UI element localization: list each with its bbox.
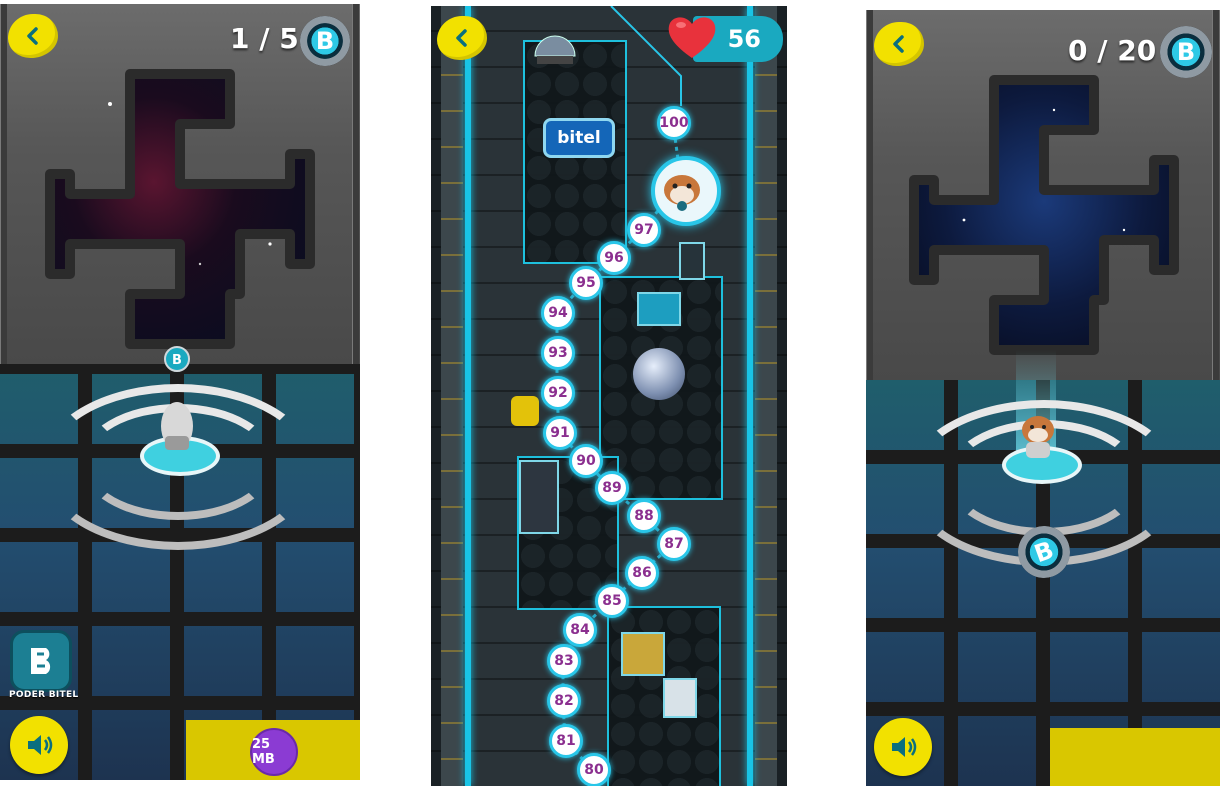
level-node-85[interactable]: 85 — [595, 584, 629, 618]
progress-counter: 1 / 5 — [230, 22, 299, 55]
level-node-87[interactable]: 87 — [657, 527, 691, 561]
yellow-barrels — [511, 396, 539, 426]
ad-banner[interactable]: 25 MB — [186, 720, 360, 780]
level-node-93[interactable]: 93 — [541, 336, 575, 370]
level-node-83[interactable]: 83 — [547, 644, 581, 678]
blue-machine — [519, 460, 559, 534]
power-bitel-button[interactable] — [10, 630, 72, 692]
svg-text:B: B — [172, 353, 182, 368]
screen-crate — [637, 292, 681, 326]
bitel-orb-decoration — [633, 348, 685, 400]
level-node-84[interactable]: 84 — [563, 613, 597, 647]
level-node-92[interactable]: 92 — [541, 376, 575, 410]
level-node-86[interactable]: 86 — [625, 556, 659, 590]
left-screen: B 1 / 5 B PODER BITEL 25 MB — [0, 4, 360, 780]
bitel-sign: bitel — [543, 118, 615, 158]
back-arrow-icon — [893, 35, 904, 53]
coin-glyph: B — [315, 27, 335, 55]
level-node-82[interactable]: 82 — [547, 684, 581, 718]
level-node-100[interactable]: 100 — [657, 106, 691, 140]
robot-kiosk — [663, 678, 697, 718]
bitel-coin-icon: B — [1160, 26, 1212, 78]
right-screen: B 0 / 20 B — [866, 10, 1220, 786]
space-window — [909, 75, 1179, 355]
level-node-81[interactable]: 81 — [549, 724, 583, 758]
level-node-91[interactable]: 91 — [543, 416, 577, 450]
lives-value: 56 — [727, 25, 761, 53]
bitel-coin-icon: B — [300, 16, 350, 66]
sound-icon — [892, 737, 917, 757]
data-badge-label: 25 MB — [252, 737, 275, 767]
back-arrow-icon — [27, 27, 38, 45]
space-window — [45, 69, 315, 349]
hamster-character — [1022, 416, 1054, 458]
level-node-95[interactable]: 95 — [569, 266, 603, 300]
bitel-sign-text: bitel — [557, 128, 601, 148]
server-crate — [679, 242, 705, 280]
power-bitel-label: PODER BITEL — [9, 690, 79, 700]
heart-icon — [668, 17, 716, 58]
ad-banner[interactable] — [1050, 728, 1220, 786]
level-node-89[interactable]: 89 — [595, 471, 629, 505]
level-node-94[interactable]: 94 — [541, 296, 575, 330]
bitel-logo-icon — [31, 648, 51, 674]
data-badge: 25 MB — [250, 728, 298, 776]
sound-button[interactable] — [874, 718, 932, 776]
sound-icon — [28, 735, 53, 755]
level-node-90[interactable]: 90 — [569, 444, 603, 478]
level-node-96[interactable]: 96 — [597, 241, 631, 275]
back-arrow-icon — [456, 29, 467, 47]
robot-character — [161, 402, 193, 450]
hamster-avatar-icon — [664, 175, 700, 211]
sound-button[interactable] — [10, 716, 68, 774]
progress-counter: 0 / 20 — [1068, 34, 1157, 67]
level-node-80[interactable]: 80 — [577, 753, 611, 786]
dome-decoration — [534, 35, 576, 64]
golden-crate — [621, 632, 665, 676]
level-node-97[interactable]: 97 — [627, 213, 661, 247]
current-level-marker[interactable] — [651, 156, 721, 226]
level-map-screen: bitel 100 97 96 95 94 93 92 91 90 89 88 … — [431, 6, 787, 786]
floating-coin-icon: B — [164, 346, 190, 372]
level-node-88[interactable]: 88 — [627, 499, 661, 533]
coin-glyph: B — [1176, 38, 1196, 66]
